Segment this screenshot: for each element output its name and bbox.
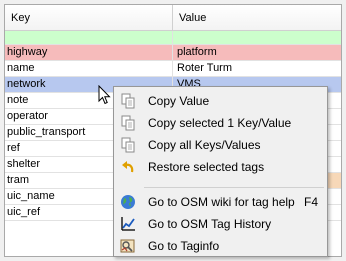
menu-item-restore-tags[interactable]: Restore selected tags <box>114 156 327 178</box>
menu-separator <box>144 187 324 188</box>
taginfo-icon <box>120 239 135 253</box>
menu-item-osm-tag-history[interactable]: Go to OSM Tag History <box>114 213 327 235</box>
globe-icon <box>121 195 135 209</box>
cell-key[interactable] <box>5 31 173 46</box>
menu-item-copy-all[interactable]: Copy all Keys/Values <box>114 134 327 156</box>
cell-value[interactable]: Roter Turm <box>173 61 341 76</box>
mouse-cursor-icon <box>98 85 111 105</box>
menu-item-copy-value[interactable]: Copy Value <box>114 90 327 112</box>
menu-item-label: Restore selected tags <box>148 160 265 174</box>
menu-item-label: Copy all Keys/Values <box>148 138 261 152</box>
menu-item-label: Copy Value <box>148 94 210 108</box>
copy-icon <box>121 115 135 131</box>
value-highlight <box>327 173 341 188</box>
copy-icon <box>121 137 135 153</box>
menu-item-label: Go to Taginfo <box>148 239 220 253</box>
menu-item-taginfo[interactable]: Go to Taginfo <box>114 235 327 257</box>
menu-item-accelerator: F4 <box>304 195 319 209</box>
cell-value[interactable]: platform <box>173 45 341 60</box>
column-header-value[interactable]: Value <box>173 5 341 31</box>
menu-item-osm-wiki[interactable]: Go to OSM wiki for tag help F4 <box>114 191 327 213</box>
table-row[interactable]: name Roter Turm <box>5 61 341 77</box>
context-menu: Copy Value Copy selected 1 Key/Value Cop… <box>113 86 328 257</box>
cell-key[interactable]: highway <box>5 45 173 60</box>
menu-item-label: Copy selected 1 Key/Value <box>148 116 292 130</box>
cell-value[interactable] <box>173 31 341 46</box>
chart-icon <box>121 217 135 231</box>
table-row[interactable]: highway platform <box>5 45 341 61</box>
menu-item-label: Go to OSM wiki for tag help <box>148 195 295 209</box>
undo-icon <box>122 161 134 173</box>
table-header: Key Value <box>5 5 341 31</box>
menu-item-label: Go to OSM Tag History <box>148 217 272 231</box>
column-header-key[interactable]: Key <box>5 5 173 31</box>
new-tag-row[interactable] <box>5 31 341 46</box>
cell-key[interactable]: name <box>5 61 173 76</box>
copy-icon <box>121 93 135 109</box>
menu-item-copy-selected[interactable]: Copy selected 1 Key/Value <box>114 112 327 134</box>
